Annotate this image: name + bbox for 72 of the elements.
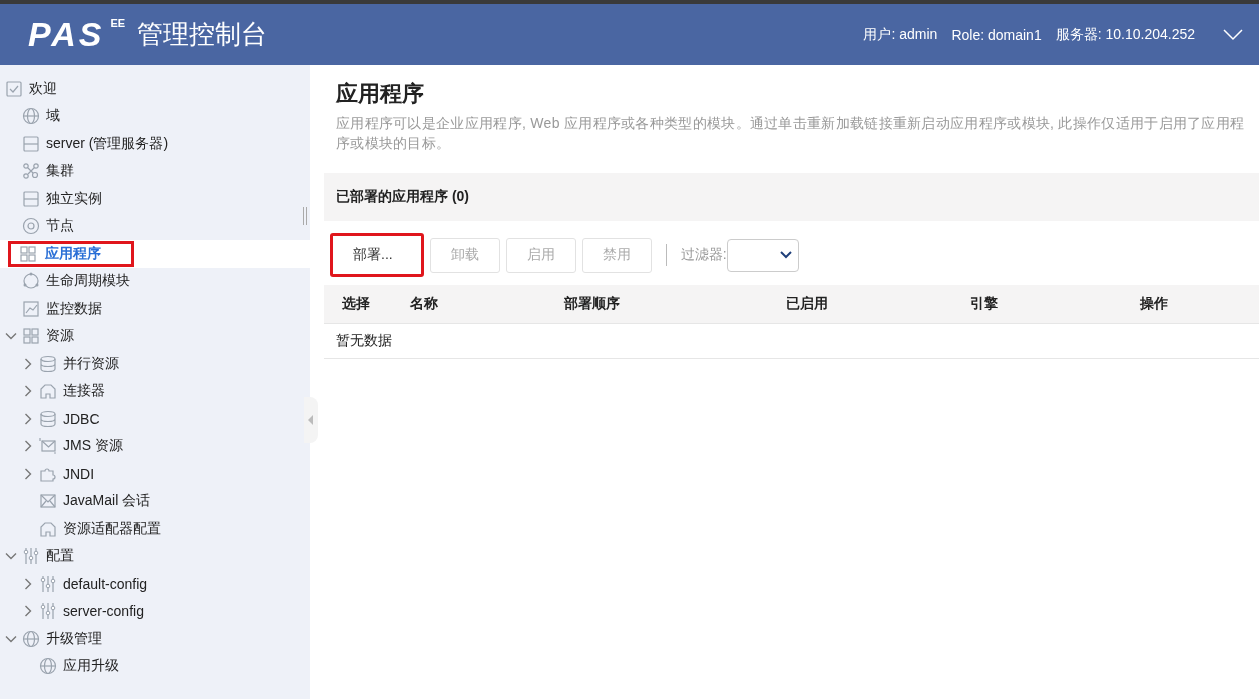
tree-item[interactable]: 配置	[46, 547, 74, 566]
target-icon	[22, 217, 40, 236]
chevron-right-icon[interactable]	[22, 385, 34, 398]
chevron-right-icon[interactable]	[22, 467, 34, 480]
server-icon	[22, 134, 40, 153]
app-title: 管理控制台	[137, 18, 268, 51]
user-label: 用户: admin	[863, 25, 938, 44]
tree-item[interactable]: 升级管理	[46, 629, 102, 648]
tree-item[interactable]: default-config	[63, 575, 148, 592]
checkbox-icon	[5, 79, 23, 98]
collapse-handle[interactable]	[304, 397, 318, 443]
globe-icon	[22, 107, 40, 126]
filter-label: 过滤器:	[680, 246, 727, 264]
chevron-right-icon[interactable]	[22, 605, 34, 618]
tree-item[interactable]: 资源	[46, 327, 74, 346]
tree-item[interactable]: server (管理服务器)	[46, 134, 169, 153]
cycle-icon	[22, 272, 40, 291]
column-header: 已启用	[786, 295, 829, 313]
chevron-right-icon[interactable]	[22, 577, 34, 590]
tree-item[interactable]: 节点	[46, 217, 74, 236]
page-title: 应用程序	[336, 80, 425, 108]
globe-icon	[39, 657, 57, 676]
logo: PAS	[28, 15, 105, 54]
grid-icon	[22, 327, 40, 346]
sliders-icon	[39, 602, 57, 621]
page-description: 应用程序可以是企业应用程序, Web 应用程序或各种类型的模块。通过单击重新加载链接重新启动应用程序或模块, 此操作仅适用于启用了应用程序或模块的目标。	[336, 114, 1246, 153]
tree-item[interactable]: JavaMail 会话	[63, 492, 151, 511]
globe-icon	[22, 629, 40, 648]
resize-grip[interactable]	[303, 207, 307, 225]
database-icon	[39, 409, 57, 428]
sliders-icon	[39, 574, 57, 593]
chevron-right-icon[interactable]	[22, 357, 34, 370]
empty-message: 暂无数据	[336, 332, 392, 350]
tree-item[interactable]: JDBC	[63, 410, 100, 427]
tree-item[interactable]: server-config	[63, 603, 144, 620]
panel-title: 已部署的应用程序 (0)	[336, 188, 469, 206]
tree-item[interactable]: 应用程序	[8, 240, 134, 267]
server-icon	[22, 189, 40, 208]
grid-icon	[19, 244, 37, 263]
server-label: 服务器: 10.10.204.252	[1055, 25, 1195, 44]
column-header: 选择	[342, 295, 371, 313]
tree-item[interactable]: 并行资源	[63, 354, 119, 373]
house-outline-icon	[39, 519, 57, 538]
network-nodes-icon	[22, 162, 40, 181]
column-header: 引擎	[970, 295, 999, 313]
tree-item[interactable]: 集群	[46, 162, 74, 181]
toolbar-button[interactable]: 部署...	[330, 233, 424, 277]
tree-item[interactable]: JNDI	[63, 465, 95, 482]
tree-item[interactable]: 资源适配器配置	[63, 519, 161, 538]
tree-item[interactable]: JMS 资源	[63, 437, 123, 456]
chevron-down-icon	[779, 251, 792, 259]
house-outline-icon	[39, 382, 57, 401]
chart-icon	[22, 299, 40, 318]
tree-item[interactable]: 应用升级	[63, 657, 119, 676]
role-label: Role: domain1	[951, 26, 1042, 43]
tree-item[interactable]: 域	[46, 107, 60, 126]
tree-item[interactable]: 连接器	[63, 382, 105, 401]
chevron-right-icon[interactable]	[22, 440, 34, 453]
tree-item[interactable]: 生命周期模块	[46, 272, 130, 291]
tree-item[interactable]: 监控数据	[46, 299, 102, 318]
tree-item[interactable]: 欢迎	[29, 79, 57, 98]
column-header: 部署顺序	[564, 295, 621, 313]
logo-superscript: EE	[110, 17, 126, 29]
chevron-right-icon[interactable]	[22, 412, 34, 425]
envelope-icon	[39, 492, 57, 511]
chevron-down-icon[interactable]	[1223, 28, 1243, 41]
column-header: 操作	[1140, 295, 1169, 313]
envelope-icon	[39, 437, 57, 456]
tree-item[interactable]: 独立实例	[46, 189, 102, 208]
column-header: 名称	[410, 295, 439, 313]
sliders-icon	[22, 547, 40, 566]
database-icon	[39, 354, 57, 373]
